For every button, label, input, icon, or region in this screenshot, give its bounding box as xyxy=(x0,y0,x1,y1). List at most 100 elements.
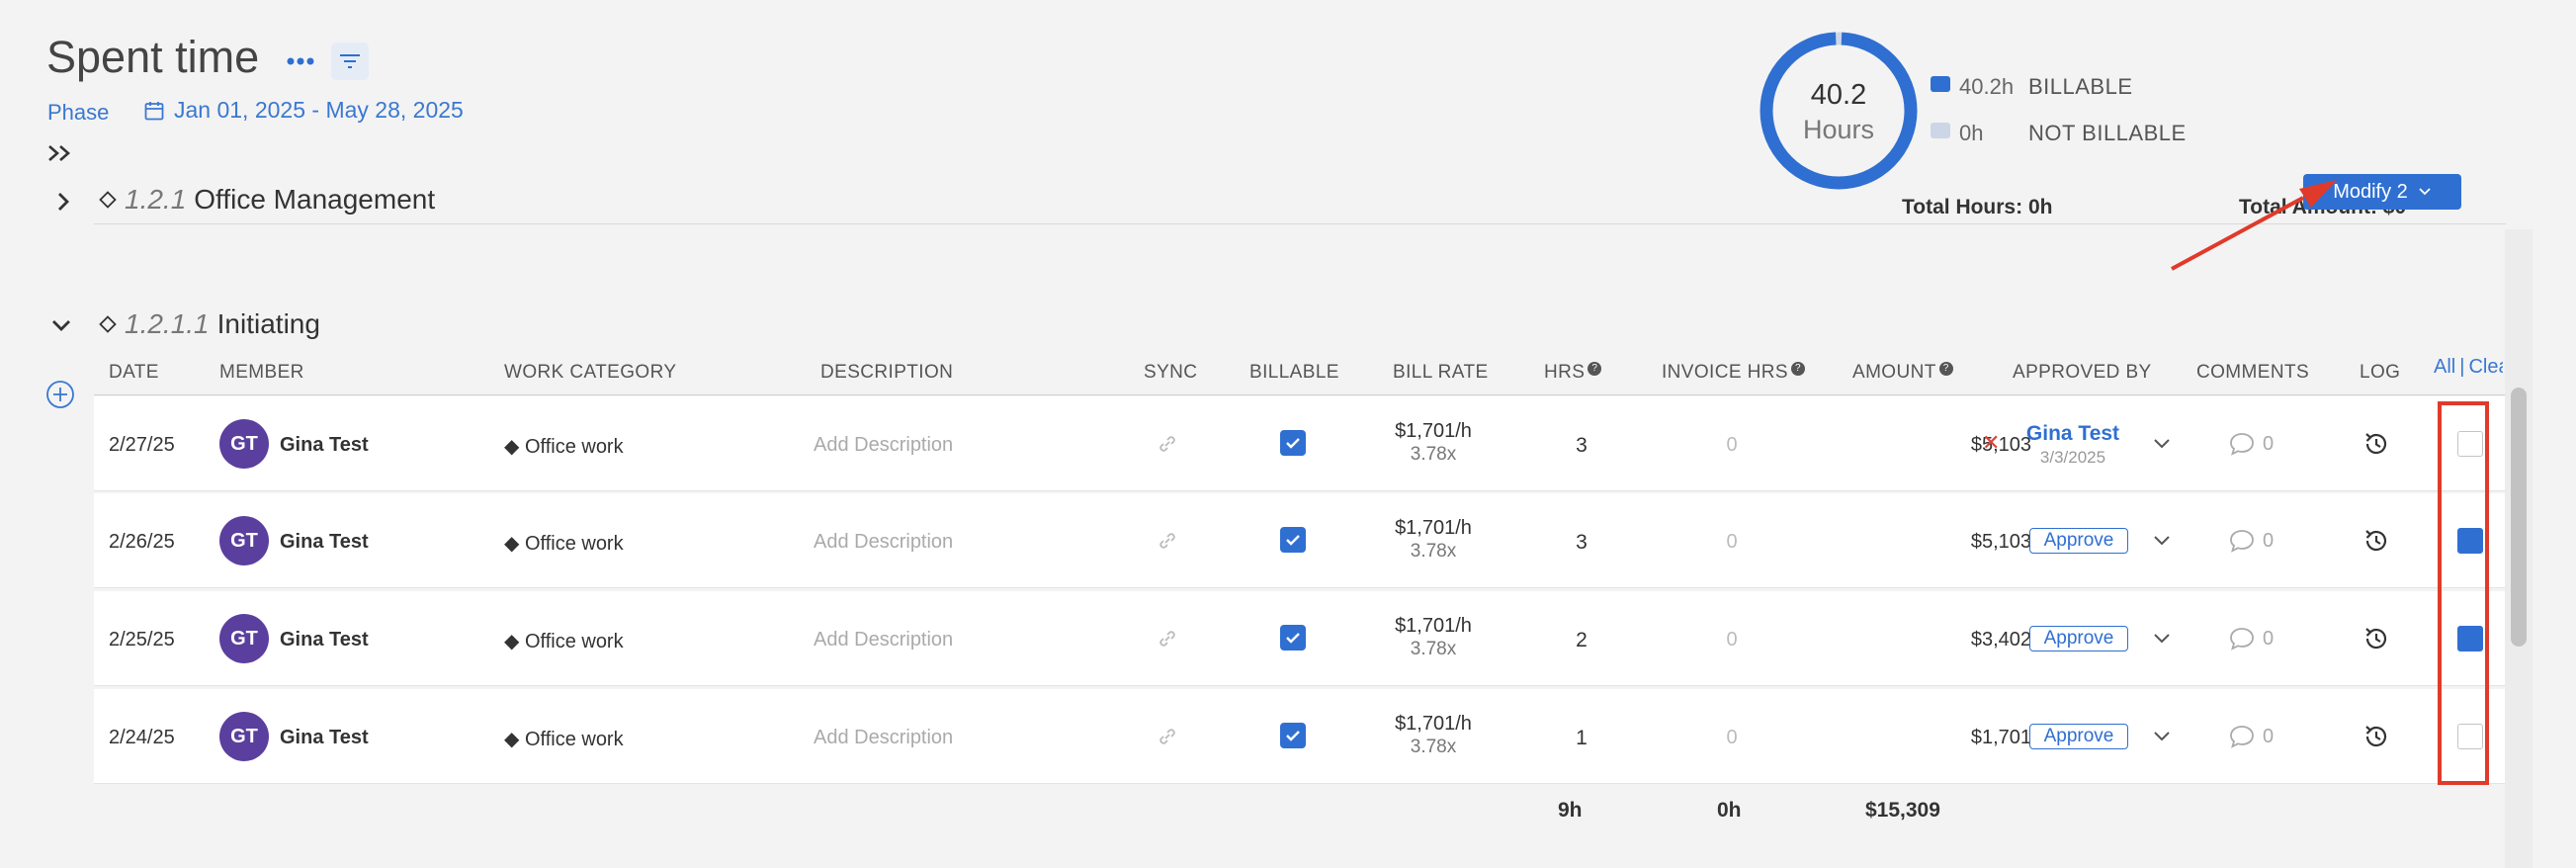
header-approved-by[interactable]: APPROVED BY xyxy=(2013,362,2152,384)
work-category[interactable]: ◆ Office work xyxy=(504,727,624,751)
avatar: GT xyxy=(219,614,269,663)
header-work-category[interactable]: WORK CATEGORY xyxy=(504,362,676,384)
scrollbar-thumb[interactable] xyxy=(2511,388,2527,647)
invoice-hours-value[interactable]: 0 xyxy=(1707,727,1757,749)
chevron-down-icon[interactable] xyxy=(2150,725,2174,748)
header-log: LOG xyxy=(2360,362,2401,383)
comments-button[interactable]: 0 xyxy=(2229,627,2274,651)
history-icon[interactable] xyxy=(2362,625,2390,652)
select-all-clear-controls: All|Clear xyxy=(2434,356,2503,379)
phase-expand-toggle[interactable] xyxy=(47,186,79,217)
speech-bubble-icon xyxy=(2230,433,2254,456)
unapprove-icon[interactable]: ✕ xyxy=(1982,430,2000,456)
link-icon[interactable] xyxy=(1156,529,1179,553)
header-hrs-label: HRS xyxy=(1544,362,1586,383)
more-options-button[interactable] xyxy=(283,43,318,79)
add-time-entry-button[interactable] xyxy=(45,380,75,409)
comments-button[interactable]: 0 xyxy=(2229,725,2274,748)
hours-value[interactable]: 3 xyxy=(1557,434,1606,458)
clear-selection-link[interactable]: Clear xyxy=(2468,356,2503,378)
description-input[interactable]: Add Description xyxy=(814,531,953,554)
bill-rate-value: $1,701/h xyxy=(1395,420,1472,442)
approve-button[interactable]: Approve xyxy=(2029,626,2128,651)
link-icon[interactable] xyxy=(1156,627,1179,651)
modify-dropdown-button[interactable]: Modify 2 xyxy=(2303,174,2461,210)
history-icon[interactable] xyxy=(2362,527,2390,555)
table-row[interactable]: 2/24/25 GT Gina Test ◆ Office work Add D… xyxy=(94,689,2506,784)
hours-total-value: 40.2 xyxy=(1810,79,1867,111)
header-member[interactable]: MEMBER xyxy=(219,362,304,384)
header-amount[interactable]: AMOUNT? xyxy=(1852,362,1953,384)
work-category[interactable]: ◆ Office work xyxy=(504,434,624,459)
help-icon[interactable]: ? xyxy=(1938,362,1953,376)
description-input[interactable]: Add Description xyxy=(814,727,953,749)
separator: | xyxy=(2459,356,2465,378)
filter-button[interactable] xyxy=(331,43,369,80)
chevron-down-icon[interactable] xyxy=(2150,627,2174,651)
member-name: Gina Test xyxy=(280,629,369,651)
comments-button[interactable]: 0 xyxy=(2229,432,2274,456)
work-category-label: Office work xyxy=(524,729,624,750)
billable-checkbox[interactable] xyxy=(1280,527,1306,553)
chevron-right-icon xyxy=(58,193,69,211)
history-icon[interactable] xyxy=(2362,723,2390,750)
table-row[interactable]: 2/25/25 GT Gina Test ◆ Office work Add D… xyxy=(94,591,2506,686)
help-icon[interactable]: ? xyxy=(1790,362,1805,376)
approve-button[interactable]: Approve xyxy=(2029,528,2128,554)
header-description[interactable]: DESCRIPTION xyxy=(820,362,953,384)
header-invoice-hrs[interactable]: INVOICE HRS? xyxy=(1662,362,1805,384)
hours-unit-label: Hours xyxy=(1802,115,1875,144)
header-invoice-hrs-label: INVOICE HRS xyxy=(1662,362,1788,383)
date-range-picker[interactable]: Jan 01, 2025 - May 28, 2025 xyxy=(144,97,464,124)
history-icon[interactable] xyxy=(2362,430,2390,458)
phase-title[interactable]: 1.2.1 Office Management xyxy=(99,184,435,216)
member-name: Gina Test xyxy=(280,727,369,748)
billable-checkbox[interactable] xyxy=(1280,430,1306,456)
hours-value[interactable]: 3 xyxy=(1557,531,1606,555)
hours-value[interactable]: 2 xyxy=(1557,629,1606,652)
header-bill-rate[interactable]: BILL RATE xyxy=(1393,362,1489,384)
hours-value[interactable]: 1 xyxy=(1557,727,1606,750)
billable-checkbox[interactable] xyxy=(1280,625,1306,651)
double-chevron-right-icon xyxy=(48,145,70,161)
comments-button[interactable]: 0 xyxy=(2229,529,2274,553)
not-billable-label: NOT BILLABLE xyxy=(2028,121,2187,145)
description-input[interactable]: Add Description xyxy=(814,629,953,651)
description-input[interactable]: Add Description xyxy=(814,434,953,457)
subphase-name: Initiating xyxy=(216,308,320,339)
billable-checkbox[interactable] xyxy=(1280,723,1306,748)
select-all-link[interactable]: All xyxy=(2434,356,2455,378)
table-row[interactable]: 2/26/25 GT Gina Test ◆ Office work Add D… xyxy=(94,493,2506,588)
work-category[interactable]: ◆ Office work xyxy=(504,629,624,653)
chevron-down-icon xyxy=(52,320,70,331)
check-icon xyxy=(1286,731,1300,741)
work-category[interactable]: ◆ Office work xyxy=(504,531,624,556)
subphase-title[interactable]: 1.2.1.1 Initiating xyxy=(99,308,320,340)
header-date[interactable]: DATE xyxy=(109,362,159,384)
header-billable[interactable]: BILLABLE xyxy=(1249,362,1339,384)
entry-date: 2/26/25 xyxy=(109,531,175,553)
speech-bubble-icon xyxy=(2230,726,2254,748)
comment-count: 0 xyxy=(2263,627,2275,650)
entry-date: 2/27/25 xyxy=(109,434,175,456)
invoice-hours-value[interactable]: 0 xyxy=(1707,531,1757,554)
chevron-down-icon[interactable] xyxy=(2150,529,2174,553)
modify-button-label: Modify 2 xyxy=(2333,180,2408,203)
header-hrs[interactable]: HRS? xyxy=(1544,362,1602,384)
billable-hours-value: 40.2h xyxy=(1959,74,2015,99)
phase-filter-link[interactable]: Phase xyxy=(47,100,109,126)
invoice-hours-value[interactable]: 0 xyxy=(1707,629,1757,651)
header-sync: SYNC xyxy=(1144,362,1198,383)
expand-all-button[interactable] xyxy=(43,136,77,170)
approve-button[interactable]: Approve xyxy=(2029,724,2128,749)
not-billable-hours-value: 0h xyxy=(1959,121,1984,145)
link-icon[interactable] xyxy=(1156,432,1179,456)
total-hrs: 9h xyxy=(1558,799,1583,822)
total-amount: $15,309 xyxy=(1865,799,1940,822)
subphase-collapse-toggle[interactable] xyxy=(45,309,77,341)
invoice-hours-value[interactable]: 0 xyxy=(1707,434,1757,457)
chevron-down-icon[interactable] xyxy=(2150,432,2174,456)
help-icon[interactable]: ? xyxy=(1588,362,1602,376)
link-icon[interactable] xyxy=(1156,725,1179,748)
table-row[interactable]: 2/27/25 GT Gina Test ◆ Office work Add D… xyxy=(94,396,2506,491)
